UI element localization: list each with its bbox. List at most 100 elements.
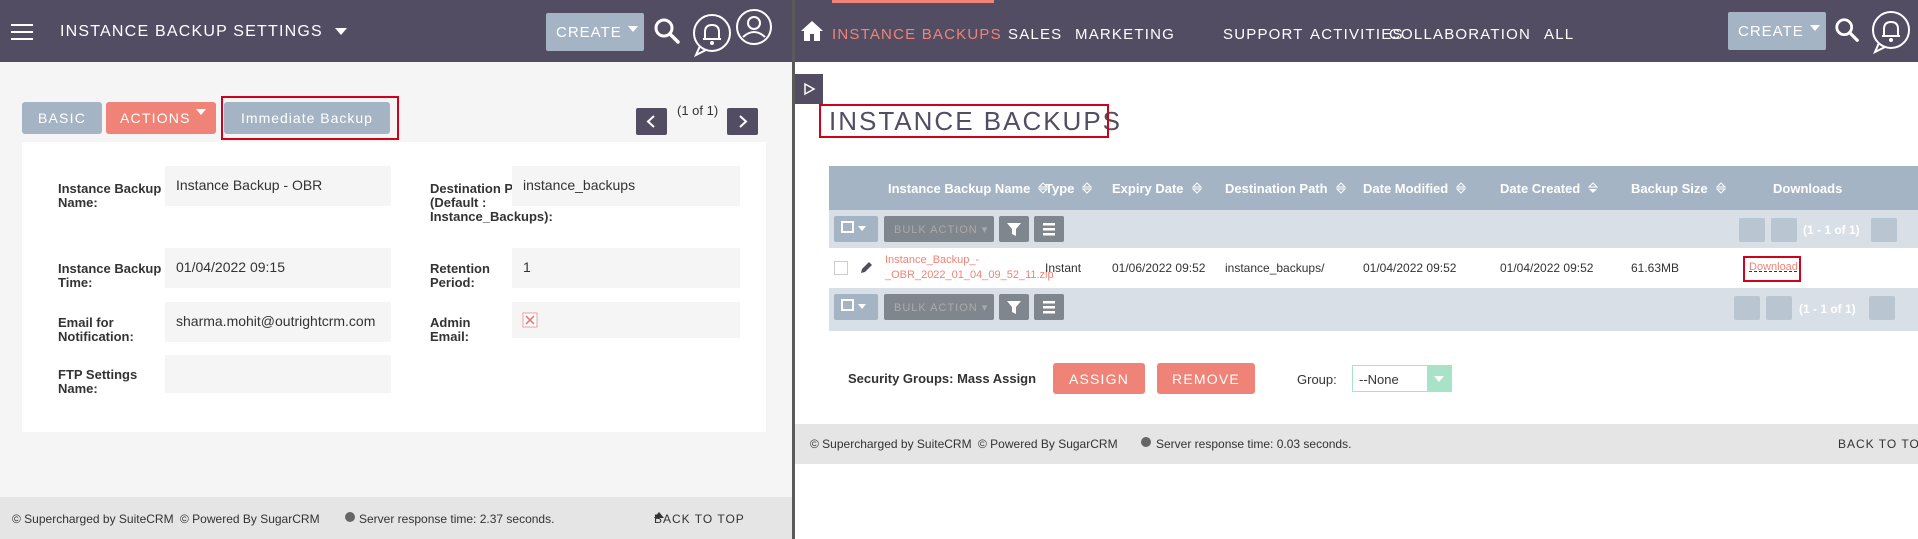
caret-down-icon (196, 109, 206, 115)
filter-button-bottom[interactable] (999, 294, 1029, 320)
col-header-modified-label: Date Modified (1363, 181, 1449, 196)
footer-sugarcrm-link[interactable]: © Powered By SugarCRM (978, 437, 1118, 451)
table-header: Instance Backup Name Type Expiry Date De… (829, 166, 1918, 210)
col-header-dest-label: Destination Path (1225, 181, 1328, 196)
cell-expiry: 01/06/2022 09:52 (1112, 261, 1206, 275)
prev-record-button[interactable] (636, 108, 667, 135)
search-icon[interactable] (1834, 17, 1860, 43)
assign-button[interactable]: ASSIGN (1053, 363, 1145, 394)
footer-suitecrm-link[interactable]: © Supercharged by SuiteCRM (12, 512, 174, 526)
right-navbar: INSTANCE BACKUPS SALES MARKETING SUPPORT… (795, 0, 1918, 62)
nav-item-instance-backups[interactable]: INSTANCE BACKUPS (832, 26, 1002, 43)
col-header-expiry-label: Expiry Date (1112, 181, 1184, 196)
select-all-dropdown-bottom[interactable] (834, 294, 878, 320)
sort-icon (1456, 182, 1467, 194)
backup-name-link[interactable]: Instance_Backup_- _OBR_2022_01_04_09_52_… (885, 253, 1054, 283)
record-pagination: (1 of 1) (677, 103, 719, 118)
group-select[interactable]: --None (1352, 365, 1452, 392)
first-page-button-bottom[interactable] (1734, 296, 1760, 320)
first-page-button[interactable] (1739, 218, 1765, 242)
left-window: INSTANCE BACKUP SETTINGS CREATE BASIC AC… (0, 0, 792, 539)
nav-item-support[interactable]: SUPPORT (1223, 26, 1304, 43)
nav-item-all[interactable]: ALL (1544, 26, 1574, 43)
next-record-button[interactable] (727, 108, 758, 135)
chevron-down-icon (334, 28, 347, 35)
tab-basic[interactable]: BASIC (22, 102, 102, 134)
nav-item-collaboration[interactable]: COLLABORATION (1389, 26, 1531, 43)
notification-bell-icon[interactable] (1871, 10, 1911, 54)
col-header-modified[interactable]: Date Modified (1363, 181, 1467, 196)
home-icon[interactable] (800, 20, 824, 42)
ftp-settings-value (165, 355, 391, 393)
tab-actions[interactable]: ACTIONS (106, 102, 216, 134)
col-header-type[interactable]: Type (1045, 181, 1093, 196)
retention-period-label: Retention Period: (430, 261, 490, 290)
search-icon[interactable] (653, 17, 681, 45)
server-response-time: Server response time: 2.37 seconds. (359, 512, 555, 526)
retention-period-value: 1 (512, 248, 740, 288)
list-table: Instance Backup Name Type Expiry Date De… (829, 166, 1918, 331)
highlight-box-download (1743, 256, 1801, 282)
nav-item-marketing[interactable]: MARKETING (1075, 26, 1175, 43)
bulk-action-button[interactable]: BULK ACTION ▾ (884, 216, 994, 242)
back-to-top-label: BACK TO TOP (654, 512, 745, 526)
admin-email-label: Admin Email: (430, 315, 471, 344)
right-footer: © Supercharged by SuiteCRM © Powered By … (795, 424, 1918, 464)
col-header-expiry[interactable]: Expiry Date (1112, 181, 1202, 196)
nav-item-sales[interactable]: SALES (1008, 26, 1062, 43)
prev-page-button-bottom[interactable] (1766, 296, 1792, 320)
next-page-button-bottom[interactable] (1869, 296, 1895, 320)
pencil-edit-icon[interactable] (859, 261, 873, 275)
notification-bell-icon[interactable] (692, 13, 732, 57)
sort-icon (1191, 182, 1202, 194)
column-chooser-button-bottom[interactable] (1034, 294, 1064, 320)
next-page-button[interactable] (1871, 218, 1897, 242)
globe-icon (1141, 437, 1151, 447)
list-pagination-bottom: (1 - 1 of 1) (1799, 302, 1856, 316)
select-all-dropdown[interactable] (834, 216, 878, 242)
list-icon (1043, 223, 1055, 236)
table-row: Instance_Backup_- _OBR_2022_01_04_09_52_… (829, 248, 1918, 288)
bulk-action-button-bottom[interactable]: BULK ACTION ▾ (884, 294, 994, 320)
assign-label: ASSIGN (1068, 371, 1130, 387)
tab-actions-label: ACTIONS (120, 110, 191, 126)
hamburger-menu-icon[interactable] (11, 24, 33, 40)
server-response-time: Server response time: 0.03 seconds. (1156, 437, 1352, 451)
module-title: INSTANCE BACKUP SETTINGS (60, 23, 323, 40)
left-footer: © Supercharged by SuiteCRM © Powered By … (0, 497, 792, 539)
email-notification-label: Email for Notification: (58, 315, 134, 344)
create-label: CREATE (1738, 23, 1804, 40)
destination-path-value: instance_backups (512, 166, 740, 206)
highlight-box-page-title (819, 104, 1109, 138)
col-header-created[interactable]: Date Created (1500, 181, 1599, 196)
back-to-top-link[interactable]: BACK TO TO (1838, 437, 1918, 451)
cell-created: 01/04/2022 09:52 (1500, 261, 1594, 275)
col-header-dest[interactable]: Destination Path (1225, 181, 1346, 196)
filter-button[interactable] (999, 216, 1029, 242)
select-arrow (1427, 366, 1451, 391)
user-avatar-icon[interactable] (734, 7, 774, 47)
group-label: Group: (1297, 372, 1337, 387)
create-button[interactable]: CREATE (1728, 12, 1826, 50)
unchecked-checkbox-icon (522, 312, 538, 328)
sidebar-toggle-button[interactable] (795, 74, 823, 104)
module-title-menu[interactable]: INSTANCE BACKUP SETTINGS (60, 23, 347, 41)
remove-button[interactable]: REMOVE (1157, 363, 1255, 394)
ftp-settings-label: FTP Settings Name: (58, 367, 138, 396)
create-button[interactable]: CREATE (546, 13, 644, 51)
globe-icon (345, 512, 355, 522)
sort-icon (1335, 182, 1346, 194)
right-window: INSTANCE BACKUPS SALES MARKETING SUPPORT… (795, 0, 1918, 539)
row-checkbox[interactable] (834, 261, 848, 275)
footer-suitecrm-link[interactable]: © Supercharged by SuiteCRM (810, 437, 972, 451)
backup-name-line1: Instance_Backup_- (885, 254, 980, 266)
col-header-name[interactable]: Instance Backup Name (888, 181, 1049, 196)
prev-page-button[interactable] (1771, 218, 1797, 242)
cell-modified: 01/04/2022 09:52 (1363, 261, 1457, 275)
footer-sugarcrm-link[interactable]: © Powered By SugarCRM (180, 512, 320, 526)
column-chooser-button[interactable] (1034, 216, 1064, 242)
col-header-size[interactable]: Backup Size (1631, 181, 1726, 196)
filter-icon (1007, 223, 1021, 236)
highlight-box-immediate-backup (221, 96, 399, 140)
group-select-value: --None (1359, 372, 1399, 387)
